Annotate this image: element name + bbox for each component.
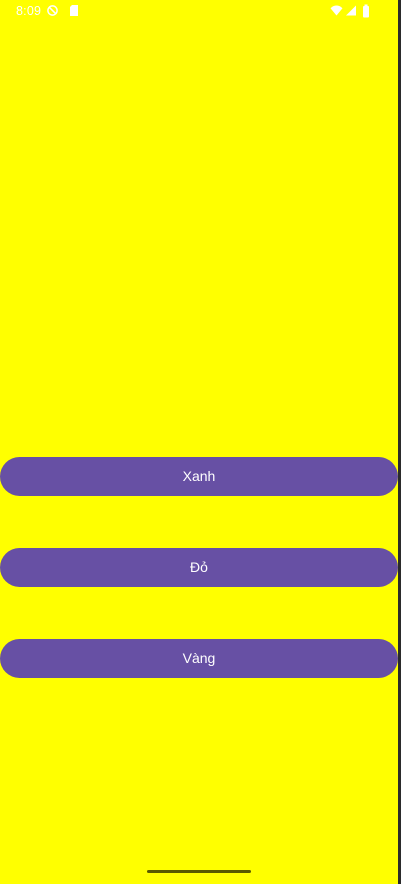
gesture-navigation-handle[interactable] [147,870,251,873]
wifi-icon [330,5,343,16]
cell-signal-icon [346,5,356,16]
vang-button[interactable]: Vàng [0,639,398,678]
status-bar: 8:09 [0,0,398,24]
sim-card-icon [70,5,78,16]
do-button[interactable]: Đỏ [0,548,398,587]
status-time: 8:09 [16,4,42,18]
do-not-disturb-icon [47,5,58,16]
battery-icon [363,4,369,18]
app-screen: 8:09 Xanh Đỏ Vàng [0,0,398,884]
xanh-button[interactable]: Xanh [0,457,398,496]
